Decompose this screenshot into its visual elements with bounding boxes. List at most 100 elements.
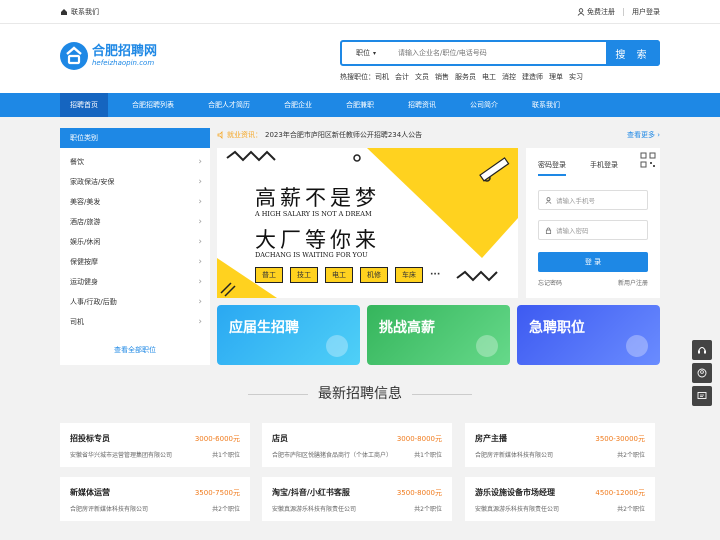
headset-icon xyxy=(698,347,706,354)
hot-item[interactable]: 理单 xyxy=(549,72,563,82)
category-item[interactable]: 运动健身 › xyxy=(60,272,210,292)
category-item[interactable]: 人事/行政/后勤 › xyxy=(60,292,210,312)
job-card[interactable]: 新媒体运营 3500-7500元 合肥房评新媒体科技有限公司 共2个职位 xyxy=(60,477,250,521)
nav-item-home[interactable]: 招聘首页 xyxy=(60,93,108,117)
divider xyxy=(623,8,624,16)
job-count: 共1个职位 xyxy=(414,452,442,459)
job-company: 安徽真源游乐科技有限责任公司 xyxy=(475,506,560,513)
category-label: 运动健身 xyxy=(70,278,98,286)
job-company: 合肥房评新媒体科技有限公司 xyxy=(475,452,554,459)
lightning-icon xyxy=(626,335,648,357)
login-panel: 密码登录 手机登录 请输入手机号 请输入密码 登 录 忘记密码 新用户注册 xyxy=(526,148,660,298)
tab-phone-login[interactable]: 手机登录 xyxy=(590,160,618,176)
nav-item-about[interactable]: 公司简介 xyxy=(460,93,508,117)
hot-item[interactable]: 实习 xyxy=(569,72,583,82)
search-type-select[interactable]: 职位 ▾ xyxy=(342,48,392,58)
hot-item[interactable]: 司机 xyxy=(375,72,389,82)
money-bag-icon xyxy=(476,335,498,357)
chevron-right-icon: › xyxy=(198,177,202,187)
hot-item[interactable]: 消控 xyxy=(502,72,516,82)
nav-item-contact[interactable]: 联系我们 xyxy=(522,93,570,117)
qr-code-icon[interactable] xyxy=(640,152,656,168)
chevron-right-icon: › xyxy=(198,237,202,247)
banner-more-dots: ··· xyxy=(430,270,441,280)
search-type-label: 职位 xyxy=(356,49,370,57)
view-all-categories-link[interactable]: 查看全部职位 xyxy=(60,337,210,355)
category-item[interactable]: 酒店/旅游 › xyxy=(60,212,210,232)
hot-item[interactable]: 建造师 xyxy=(522,72,543,82)
hot-item[interactable]: 会计 xyxy=(395,72,409,82)
category-label: 保健按摩 xyxy=(70,258,98,266)
news-ticker: 就业资讯： 2023年合肥市庐阳区新任教师公开招聘234人公告 查看更多 › xyxy=(217,128,660,142)
promo-high-salary[interactable]: 挑战高薪 xyxy=(367,305,510,365)
logo-url: hefeizhaopin.com xyxy=(92,59,155,67)
password-field[interactable]: 请输入密码 xyxy=(538,220,648,240)
chevron-right-icon: › xyxy=(198,197,202,207)
message-button[interactable] xyxy=(692,386,712,406)
job-card[interactable]: 店员 3000-8000元 合肥市庐阳区悦膳猪食品商行（个体工商户） 共1个职位 xyxy=(262,423,452,467)
news-headline[interactable]: 2023年合肥市庐阳区新任教师公开招聘234人公告 xyxy=(265,130,422,140)
search-input[interactable] xyxy=(392,49,606,57)
nav-item-resumes[interactable]: 合肥人才简历 xyxy=(198,93,260,117)
category-item[interactable]: 家政保洁/安保 › xyxy=(60,172,210,192)
tab-password-login[interactable]: 密码登录 xyxy=(538,160,566,176)
hero-banner[interactable]: 高薪不是梦 A HIGH SALARY IS NOT A DREAM 大厂等你来… xyxy=(217,148,518,298)
job-company: 合肥市庐阳区悦膳猪食品商行（个体工商户） xyxy=(272,452,393,459)
nav-item-jobs[interactable]: 合肥招聘列表 xyxy=(122,93,184,117)
latest-jobs-heading: 最新招聘信息 xyxy=(0,383,720,403)
hot-item[interactable]: 销售 xyxy=(435,72,449,82)
job-salary: 3000-8000元 xyxy=(396,435,442,443)
hot-item[interactable]: 文员 xyxy=(415,72,429,82)
category-label: 家政保洁/安保 xyxy=(70,178,115,186)
job-card[interactable]: 游乐设施设备市场经理 4500-12000元 安徽真源游乐科技有限责任公司 共2… xyxy=(465,477,655,521)
nav-item-parttime[interactable]: 合肥兼职 xyxy=(336,93,384,117)
job-card[interactable]: 招投标专员 3000-6000元 安徽省华兴城市运营管理集团有限公司 共1个职位 xyxy=(60,423,250,467)
view-more-news-link[interactable]: 查看更多 › xyxy=(627,130,660,140)
home-icon xyxy=(61,9,67,15)
chevron-right-icon: › xyxy=(657,131,660,139)
job-salary: 3500-8000元 xyxy=(396,489,442,497)
contact-label: 联系我们 xyxy=(71,8,99,16)
phone-field[interactable]: 请输入手机号 xyxy=(538,190,648,210)
forgot-password-link[interactable]: 忘记密码 xyxy=(538,278,562,287)
category-item[interactable]: 娱乐/休闲 › xyxy=(60,232,210,252)
job-card[interactable]: 房产主播 3500-30000元 合肥房评新媒体科技有限公司 共2个职位 xyxy=(465,423,655,467)
contact-link[interactable]: 联系我们 xyxy=(60,7,99,17)
user-icon xyxy=(697,368,707,378)
chevron-down-icon: ▾ xyxy=(373,49,377,57)
main-nav: 招聘首页 合肥招聘列表 合肥人才简历 合肥企业 合肥兼职 招聘资讯 公司简介 联… xyxy=(0,93,720,117)
login-link[interactable]: 用户登录 xyxy=(632,7,660,17)
category-item[interactable]: 司机 › xyxy=(60,312,210,332)
job-count: 共2个职位 xyxy=(212,506,240,513)
promo-urgent[interactable]: 急聘职位 xyxy=(517,305,660,365)
top-bar: 联系我们 免费注册 用户登录 xyxy=(0,0,720,24)
header: 合肥招聘网 hefeizhaopin.com 职位 ▾ 搜 索 热搜职位： 司机… xyxy=(0,24,720,93)
banner-tag: 普工 xyxy=(255,267,283,283)
news-tag: 就业资讯： xyxy=(227,131,262,139)
user-icon xyxy=(577,8,585,16)
job-card[interactable]: 淘宝/抖音/小红书客服 3500-8000元 安徽真源游乐科技有限责任公司 共2… xyxy=(262,477,452,521)
customer-service-button[interactable] xyxy=(692,340,712,360)
view-more-label: 查看更多 xyxy=(626,131,655,139)
search-button[interactable]: 搜 索 xyxy=(606,40,660,66)
user-center-button[interactable] xyxy=(692,363,712,383)
graduation-cap-icon xyxy=(326,335,348,357)
category-item[interactable]: 美容/美发 › xyxy=(60,192,210,212)
job-company: 安徽真源游乐科技有限责任公司 xyxy=(272,506,357,513)
job-salary: 4500-12000元 xyxy=(595,489,645,497)
register-link[interactable]: 免费注册 xyxy=(587,7,615,17)
user-icon xyxy=(545,196,552,204)
hot-item[interactable]: 电工 xyxy=(482,72,496,82)
login-button[interactable]: 登 录 xyxy=(538,252,648,272)
job-count: 共2个职位 xyxy=(617,506,645,513)
new-user-register-link[interactable]: 新用户注册 xyxy=(618,278,648,287)
nav-item-news[interactable]: 招聘资讯 xyxy=(398,93,446,117)
site-logo[interactable]: 合肥招聘网 hefeizhaopin.com xyxy=(60,42,157,70)
job-company: 安徽省华兴城市运营管理集团有限公司 xyxy=(70,452,173,459)
category-item[interactable]: 餐饮 › xyxy=(60,152,210,172)
hot-item[interactable]: 服务员 xyxy=(455,72,476,82)
category-item[interactable]: 保健按摩 › xyxy=(60,252,210,272)
nav-item-companies[interactable]: 合肥企业 xyxy=(274,93,322,117)
job-count: 共2个职位 xyxy=(617,452,645,459)
promo-graduates[interactable]: 应届生招聘 xyxy=(217,305,360,365)
